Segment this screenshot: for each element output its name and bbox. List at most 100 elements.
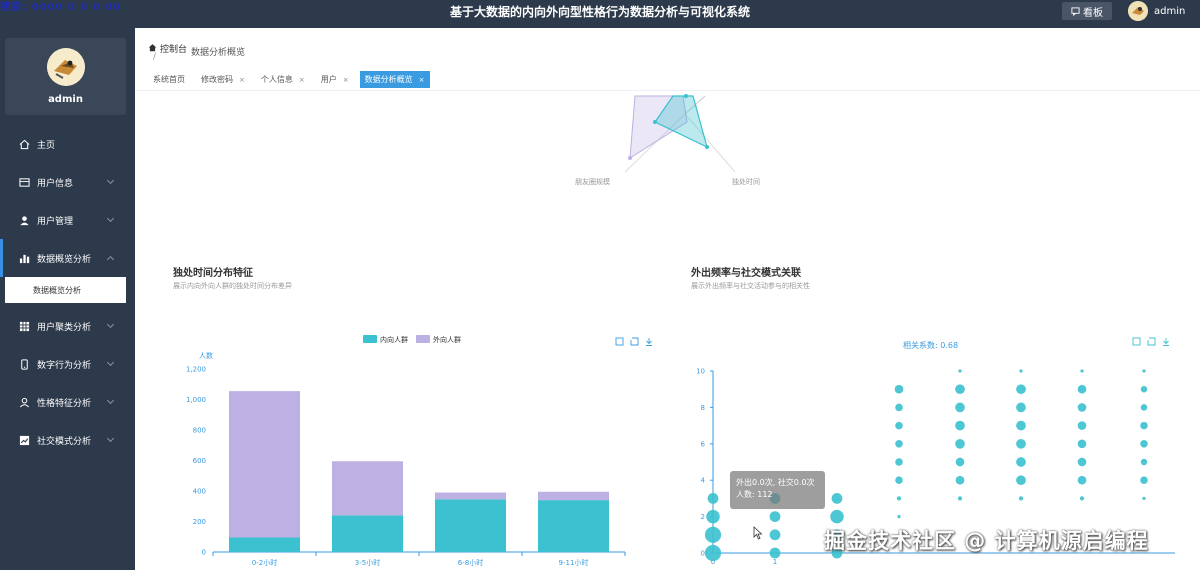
zoom-icon	[1132, 337, 1141, 346]
scatter-point	[955, 402, 965, 413]
chevron-down-icon	[106, 176, 115, 185]
scatter-point	[1079, 496, 1085, 501]
radar-chart: 朋友圈规模 独处时间	[575, 94, 760, 186]
chart-tooltip: 外出0.0次, 社交0.0次 人数: 112	[730, 471, 825, 509]
breadcrumb-separator: /	[153, 52, 157, 62]
board-button[interactable]: 看板	[1062, 2, 1112, 20]
sidebar-item-label: 性格特征分析	[37, 398, 92, 409]
x-tick-label: 3-5小时	[355, 558, 380, 567]
x-tick-label: 6-8小时	[458, 558, 483, 567]
scatter-point	[1140, 404, 1148, 411]
scatter-point	[1142, 369, 1146, 373]
card-icon	[18, 176, 30, 188]
cursor-icon	[753, 526, 763, 540]
top-bar: 搜索: 0000 0 0 0 00 基于大数据的内向外向型性格行为数据分析与可视…	[0, 0, 1200, 28]
tab-users[interactable]: 用户 ×	[315, 71, 354, 88]
sidebar-item-home[interactable]: 主页	[0, 125, 135, 163]
bar-extrovert	[537, 491, 610, 501]
sidebar-item-user-info[interactable]: 用户信息	[0, 163, 135, 201]
close-icon[interactable]: ×	[239, 76, 245, 84]
scatter-point	[955, 438, 965, 449]
scatter-point	[1140, 458, 1148, 466]
scatter-point	[958, 369, 962, 373]
chevron-down-icon	[106, 214, 115, 223]
scatter-point	[1077, 403, 1087, 412]
correlation-label: 相关系数: 0.68	[903, 340, 958, 350]
scatter-point	[895, 421, 903, 430]
scatter-point	[895, 440, 903, 448]
scatter-point	[769, 547, 781, 559]
scatter-point	[707, 493, 719, 504]
scatter-point	[1077, 439, 1087, 449]
chevron-down-icon	[106, 320, 115, 329]
download-icon	[1163, 338, 1169, 346]
scatter-point	[831, 493, 843, 504]
scatter-point	[897, 514, 901, 519]
scatter-point	[704, 526, 722, 543]
chevron-down-icon	[106, 434, 115, 443]
sidebar: admin 主页 用户信息 用户管理 数据概览分析 数据概览分析 用户聚类分析	[0, 28, 135, 570]
scatter-point	[895, 458, 903, 466]
scatter-point	[1016, 438, 1026, 449]
y-tick-label: 4	[701, 477, 706, 485]
app-title: 基于大数据的内向外向型性格行为数据分析与可视化系统	[449, 5, 750, 19]
sidebar-subitem-data-overview[interactable]: 数据概览分析	[5, 277, 126, 303]
phone-icon	[18, 358, 30, 370]
tab-label: 系统首页	[153, 75, 185, 84]
user-menu[interactable]: admin	[1128, 1, 1185, 21]
y-tick-label: 10	[696, 368, 705, 376]
radar-point	[705, 145, 709, 149]
sidebar-item-label: 用户信息	[37, 178, 74, 189]
scatter-point	[704, 544, 722, 562]
scatter-point	[1077, 384, 1087, 394]
scatter-point	[1019, 369, 1023, 373]
legend-swatch-extrovert	[416, 335, 430, 343]
tab-change-password[interactable]: 修改密码 ×	[196, 71, 250, 88]
tab-label: 个人信息	[260, 75, 293, 84]
avatar[interactable]	[1128, 1, 1148, 21]
y-tick-label: 1,000	[186, 396, 206, 404]
scatter-point	[769, 511, 781, 522]
scatter-point	[894, 384, 904, 394]
y-tick-label: 800	[193, 427, 206, 435]
close-icon[interactable]: ×	[419, 76, 425, 84]
breadcrumb-root[interactable]: 控制台	[160, 42, 187, 55]
download-icon	[646, 338, 652, 346]
sidebar-item-data-overview[interactable]: 数据概览分析	[0, 239, 135, 277]
chart2-subtitle: 展示外出频率与社交活动参与的相关性	[691, 282, 810, 290]
bar-introvert	[331, 515, 404, 552]
y-tick-label: 400	[193, 488, 206, 496]
scatter-point	[1016, 475, 1026, 486]
tab-profile[interactable]: 个人信息 ×	[255, 71, 310, 88]
sidebar-item-label: 主页	[37, 140, 56, 151]
close-icon[interactable]: ×	[343, 76, 349, 84]
sidebar-item-digital-behavior[interactable]: 数字行为分析	[0, 345, 135, 383]
sidebar-item-clustering[interactable]: 用户聚类分析	[0, 307, 135, 345]
tab-home[interactable]: 系统首页	[148, 71, 190, 88]
y-tick-label: 0	[202, 549, 206, 557]
scatter-point	[896, 496, 902, 501]
scatter-point	[1140, 476, 1148, 484]
radar-label: 独处时间	[732, 177, 760, 186]
tooltip-line1: 外出0.0次, 社交0.0次	[736, 478, 815, 487]
legend-label: 内向人群	[380, 335, 408, 344]
scatter-point	[895, 403, 903, 412]
restore-icon	[1147, 337, 1156, 346]
tab-data-overview[interactable]: 数据分析概览 ×	[359, 71, 430, 88]
sidebar-item-user-management[interactable]: 用户管理	[0, 201, 135, 239]
scatter-point	[895, 476, 903, 484]
scatter-point	[1018, 496, 1024, 501]
scatter-point	[955, 384, 965, 395]
y-tick-label: 2	[701, 513, 705, 521]
close-icon[interactable]: ×	[299, 76, 305, 84]
scatter-point	[1016, 420, 1026, 431]
scatter-point	[1077, 457, 1087, 467]
x-tick-label: 9-11小时	[559, 558, 589, 567]
scatter-point	[1077, 475, 1087, 485]
sidebar-item-label: 用户管理	[37, 216, 74, 227]
bar-extrovert	[228, 391, 301, 538]
bar-extrovert	[434, 492, 507, 500]
bar-introvert	[434, 499, 507, 552]
sidebar-item-social-pattern[interactable]: 社交模式分析	[0, 421, 135, 459]
sidebar-item-personality[interactable]: 性格特征分析	[0, 383, 135, 421]
